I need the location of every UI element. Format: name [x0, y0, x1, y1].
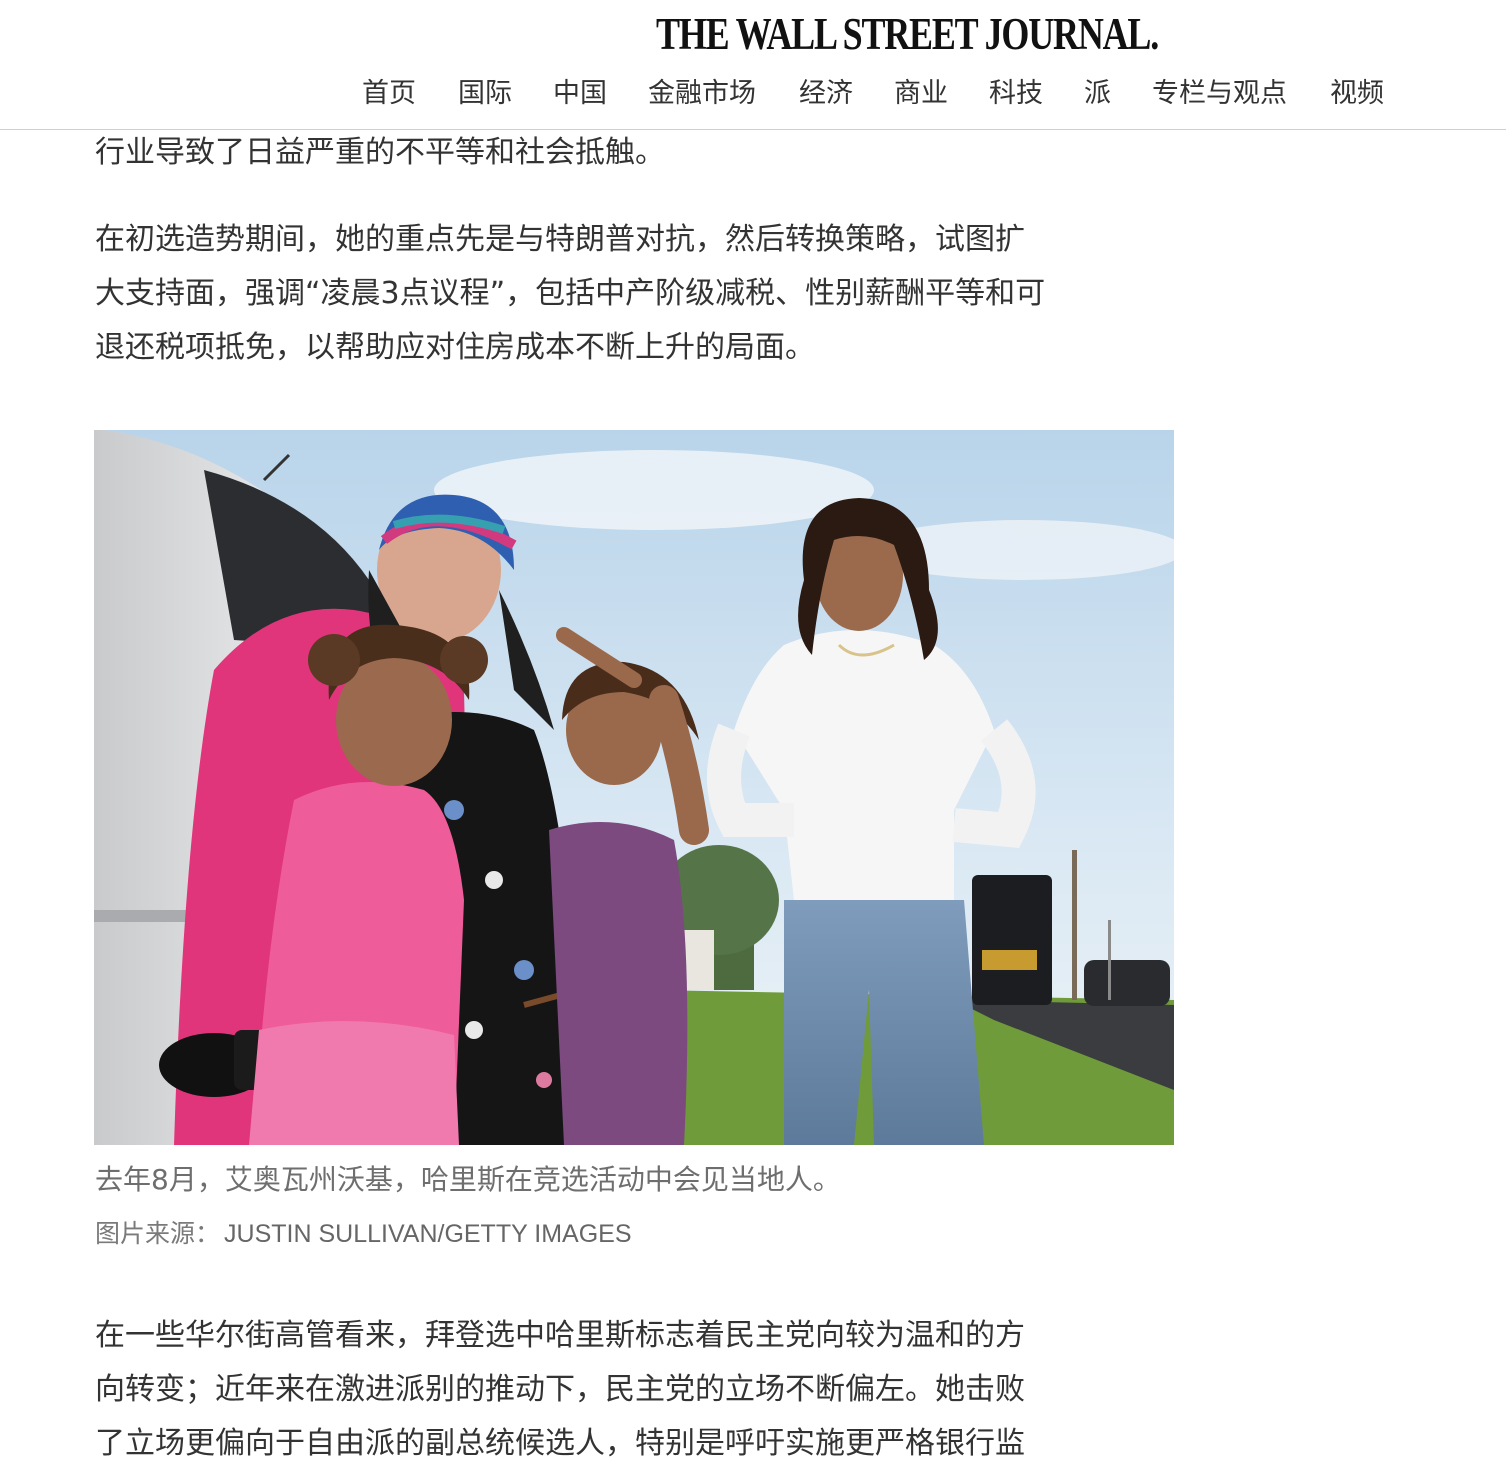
paragraph-2-line: 退还税项抵免，以帮助应对住房成本不断上升的局面。 [95, 330, 815, 365]
nav-item-economy[interactable]: 经济 [799, 72, 853, 116]
nav-item-video[interactable]: 视频 [1330, 72, 1384, 116]
nav-item-business[interactable]: 商业 [894, 72, 948, 116]
article-photo[interactable] [94, 430, 1174, 1145]
paragraph-3-line: 了立场更偏向于自由派的副总统候选人，特别是呼吁实施更严格银行监 [95, 1426, 1025, 1461]
nav-item-tech[interactable]: 科技 [989, 72, 1043, 116]
paragraph-2-line: 大支持面，强调“凌晨3点议程”，包括中产阶级减税、性别薪酬平等和可 [95, 276, 1046, 311]
main-nav: 首页 国际 中国 金融市场 经济 商业 科技 派 专栏与观点 视频 [0, 72, 1506, 116]
site-header: THE WALL STREET JOURNAL. 首页 国际 中国 金融市场 经… [0, 0, 1506, 130]
paragraph-2-line: 在初选造势期间，她的重点先是与特朗普对抗，然后转换策略，试图扩 [95, 222, 1025, 257]
photo-credit-name: JUSTIN SULLIVAN/GETTY IMAGES [224, 1220, 632, 1248]
paragraph-1: 行业导致了日益严重的不平等和社会抵触。 [95, 135, 665, 170]
nav-item-world[interactable]: 国际 [458, 72, 512, 116]
photo-caption: 去年8月，艾奥瓦州沃基，哈里斯在竞选活动中会见当地人。 [95, 1163, 841, 1196]
photo-credit-label: 图片来源： [95, 1219, 221, 1248]
paragraph-3-line: 在一些华尔街高管看来，拜登选中哈里斯标志着民主党向较为温和的方 [95, 1318, 1025, 1353]
photo-credit: 图片来源： JUSTIN SULLIVAN/GETTY IMAGES [95, 1212, 632, 1256]
nav-item-pai[interactable]: 派 [1084, 72, 1111, 116]
nav-item-markets[interactable]: 金融市场 [648, 72, 756, 116]
nav-item-opinion[interactable]: 专栏与观点 [1152, 72, 1287, 116]
photo-illustration [94, 430, 1174, 1145]
nav-item-home[interactable]: 首页 [362, 72, 416, 116]
paragraph-2: 在初选造势期间，她的重点先是与特朗普对抗，然后转换策略，试图扩 大支持面，强调“… [95, 213, 1165, 375]
paragraph-3-line: 向转变；近年来在激进派别的推动下，民主党的立场不断偏左。她击败 [95, 1372, 1025, 1407]
paragraph-3: 在一些华尔街高管看来，拜登选中哈里斯标志着民主党向较为温和的方 向转变；近年来在… [95, 1309, 1165, 1471]
nav-item-china[interactable]: 中国 [553, 72, 607, 116]
masthead-logo[interactable]: THE WALL STREET JOURNAL. [656, 8, 1159, 60]
